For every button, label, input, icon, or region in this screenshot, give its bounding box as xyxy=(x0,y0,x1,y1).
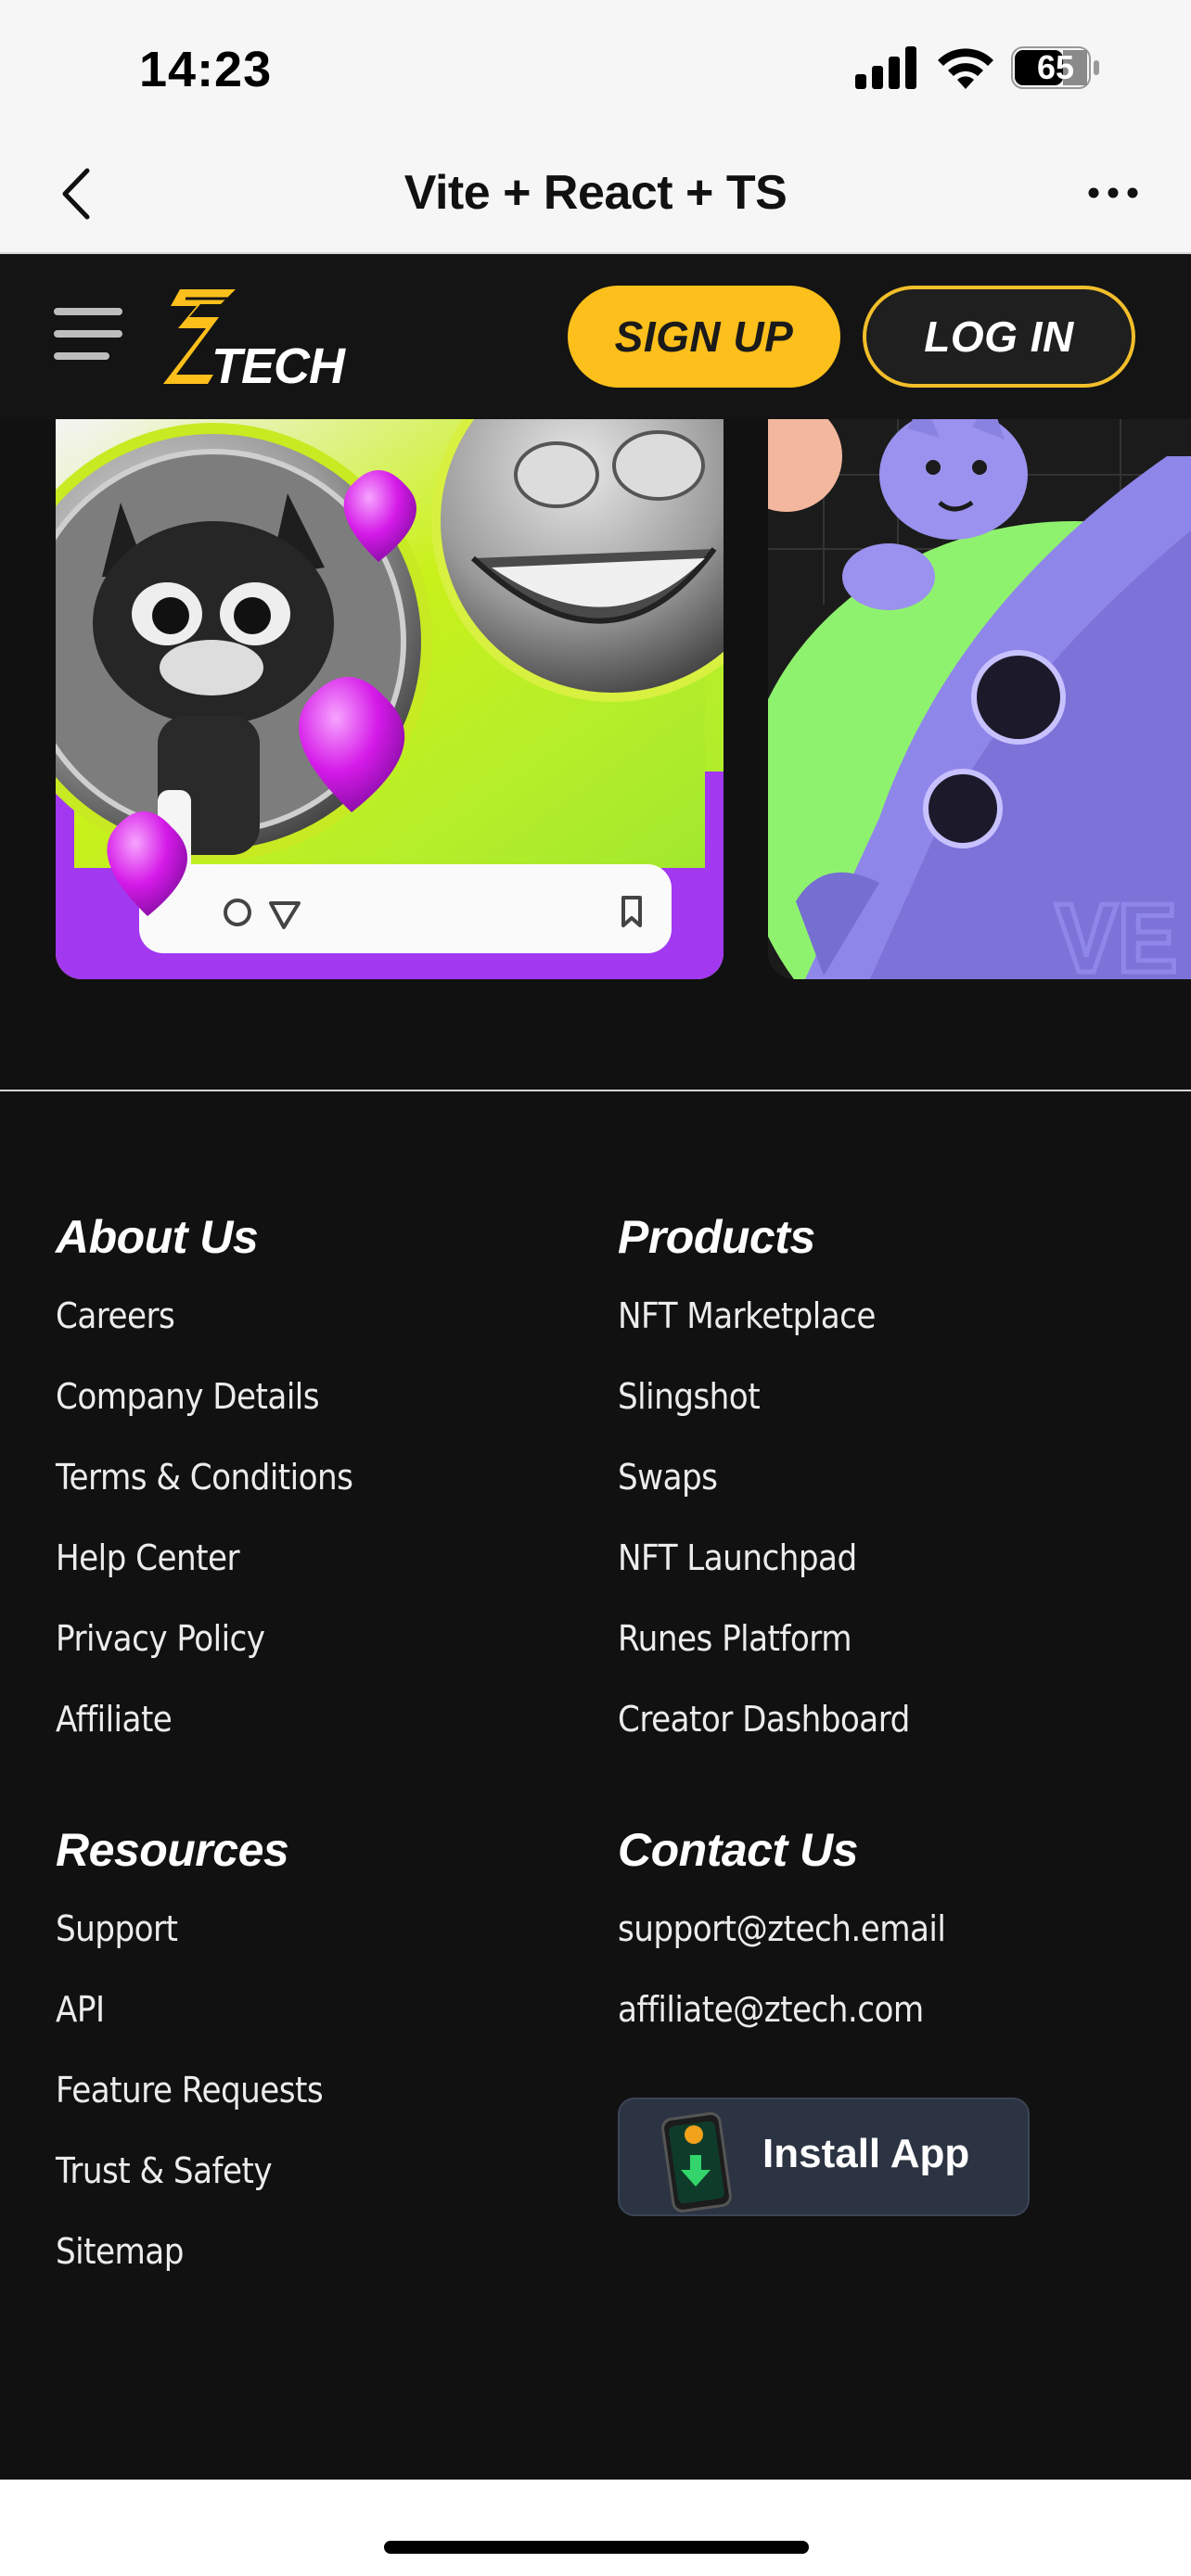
footer-link-runes-platform[interactable]: Runes Platform xyxy=(618,1599,1085,1679)
nft-cat-frog-illustration xyxy=(56,419,724,979)
footer-divider xyxy=(0,1090,1191,1091)
footer-link-affiliate-email[interactable]: affiliate@ztech.com xyxy=(618,1970,1085,2050)
footer-heading-products: Products xyxy=(618,1211,815,1263)
footer-resources-section: Resources Support API Feature Requests T… xyxy=(56,1820,575,2292)
footer-link-careers[interactable]: Careers xyxy=(56,1276,523,1357)
footer-link-nft-launchpad[interactable]: NFT Launchpad xyxy=(618,1518,1085,1599)
footer-link-support-email[interactable]: support@ztech.email xyxy=(618,1889,1085,1970)
footer-link-feature-requests[interactable]: Feature Requests xyxy=(56,2050,523,2131)
footer-link-api[interactable]: API xyxy=(56,1970,523,2050)
footer-link-slingshot[interactable]: Slingshot xyxy=(618,1357,1085,1437)
footer-link-creator-dashboard[interactable]: Creator Dashboard xyxy=(618,1679,1085,1760)
phone-download-icon xyxy=(661,2111,732,2213)
footer-contact-section: Contact Us support@ztech.email affiliate… xyxy=(618,1820,1137,2050)
footer-link-affiliate[interactable]: Affiliate xyxy=(56,1679,523,1760)
footer-link-support[interactable]: Support xyxy=(56,1889,523,1970)
sign-up-button[interactable]: SIGN UP xyxy=(568,286,840,388)
cellular-signal-icon xyxy=(855,46,916,89)
footer-about-section: About Us Careers Company Details Terms &… xyxy=(56,1207,575,1760)
nft-card-cat-frog[interactable] xyxy=(56,419,724,979)
footer-link-help-center[interactable]: Help Center xyxy=(56,1518,523,1599)
card2-text: VE xyxy=(1056,887,1178,979)
footer-heading-resources: Resources xyxy=(56,1824,289,1876)
status-time: 14:23 xyxy=(139,42,273,97)
battery-level: 65 xyxy=(1036,48,1075,86)
footer-link-company-details[interactable]: Company Details xyxy=(56,1357,523,1437)
log-in-button[interactable]: LOG IN xyxy=(863,286,1135,388)
nft-card-rocket-dog[interactable]: VE xyxy=(768,419,1191,979)
footer-link-trust-safety[interactable]: Trust & Safety xyxy=(56,2131,523,2212)
browser-page-title: Vite + React + TS xyxy=(403,166,788,220)
logo-text: TECH xyxy=(211,338,345,394)
footer-link-nft-marketplace[interactable]: NFT Marketplace xyxy=(618,1276,1085,1357)
ztech-logo[interactable]: TECH xyxy=(163,286,349,394)
more-options-icon[interactable] xyxy=(1087,185,1139,200)
footer-link-privacy-policy[interactable]: Privacy Policy xyxy=(56,1599,523,1679)
install-app-button[interactable]: Install App xyxy=(618,2098,1030,2216)
footer-heading-about: About Us xyxy=(56,1211,259,1263)
home-indicator-area xyxy=(0,2480,1191,2576)
footer-link-swaps[interactable]: Swaps xyxy=(618,1437,1085,1518)
nft-rocket-dog-illustration: VE xyxy=(768,419,1191,979)
install-app-label: Install App xyxy=(762,2131,970,2176)
footer-link-sitemap[interactable]: Sitemap xyxy=(56,2212,523,2292)
hamburger-menu-icon[interactable] xyxy=(54,306,122,362)
wifi-icon xyxy=(938,48,993,89)
home-indicator[interactable] xyxy=(384,2541,809,2554)
footer-heading-contact: Contact Us xyxy=(618,1824,858,1876)
footer-products-section: Products NFT Marketplace Slingshot Swaps… xyxy=(618,1207,1137,1760)
footer-link-terms[interactable]: Terms & Conditions xyxy=(56,1437,523,1518)
